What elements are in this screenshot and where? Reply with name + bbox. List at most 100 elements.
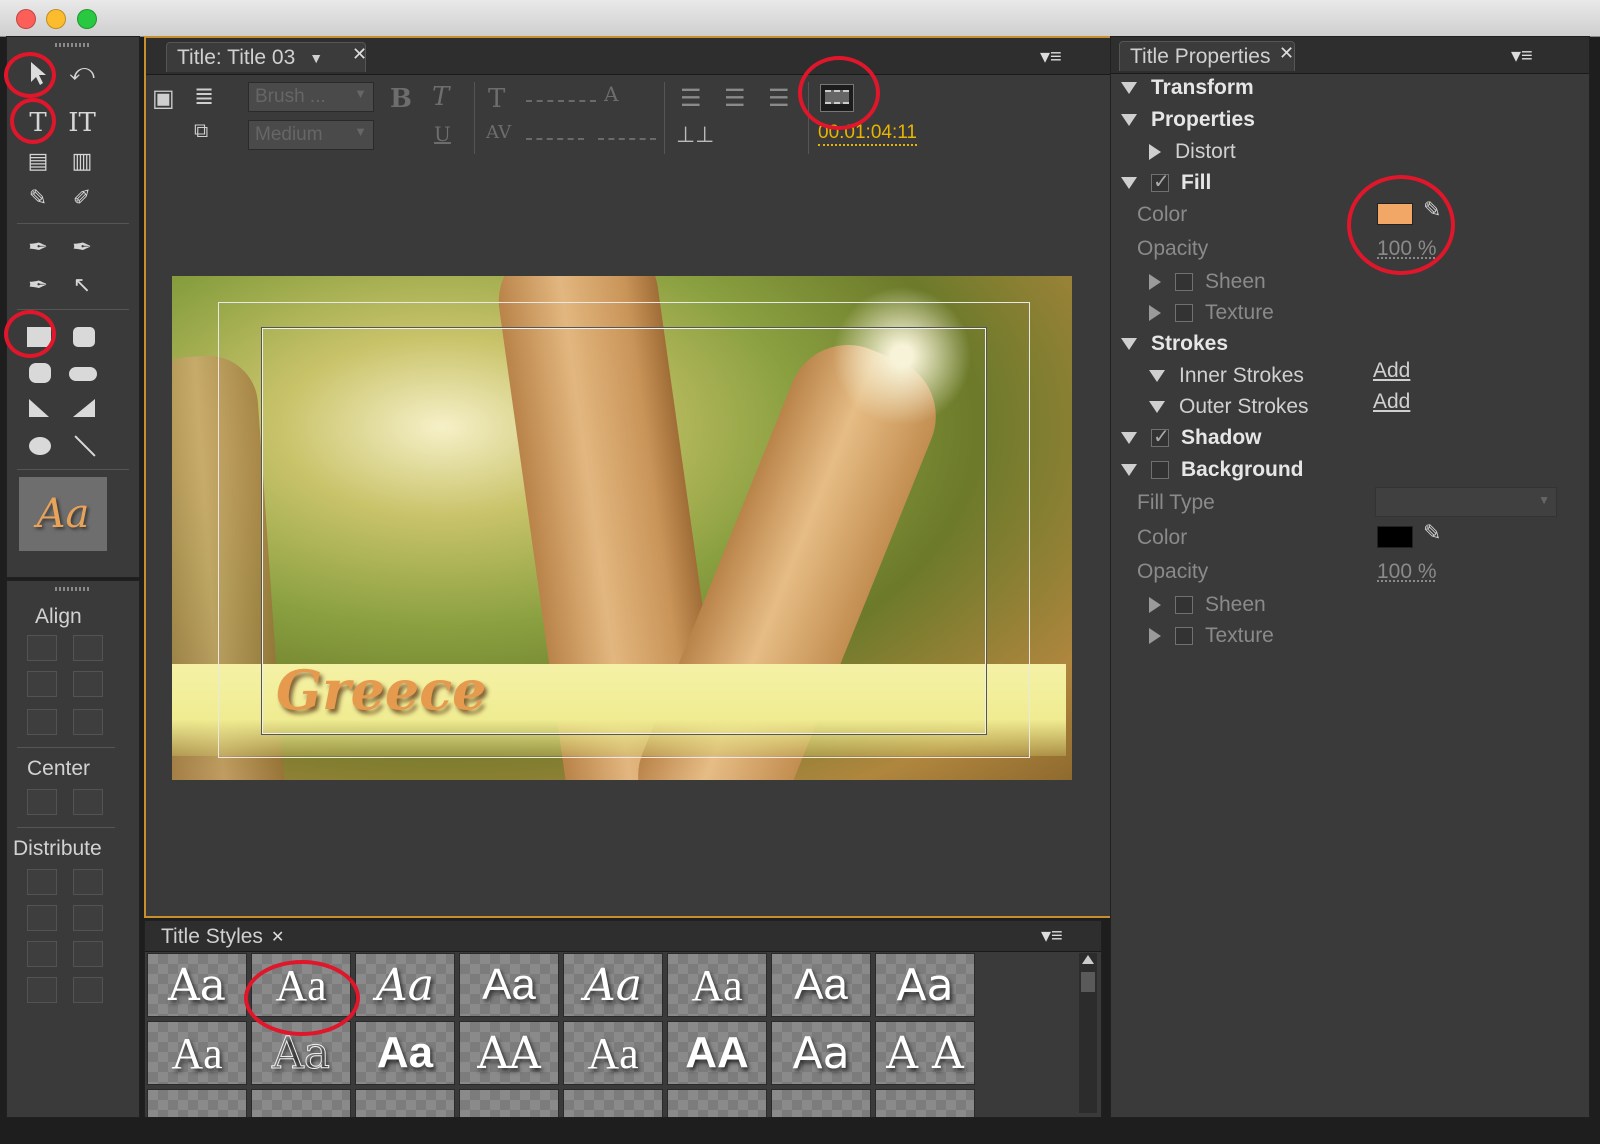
font-style-dropdown[interactable]: Medium ▼ [248, 120, 374, 150]
shadow-checkbox[interactable] [1151, 424, 1170, 449]
clipped-corner-rectangle-tool-icon[interactable] [29, 363, 51, 383]
inner-strokes-section[interactable]: Inner Strokes [1149, 361, 1304, 391]
arc-tool-icon[interactable] [73, 399, 95, 417]
bg-texture-checkbox[interactable] [1175, 627, 1193, 645]
style-swatch[interactable]: Aa [355, 1021, 455, 1085]
style-swatch[interactable]: Aa [563, 953, 663, 1017]
style-swatch[interactable]: A A [875, 1021, 975, 1085]
show-background-video-button[interactable] [820, 84, 854, 112]
style-swatch[interactable] [771, 1089, 871, 1117]
style-swatch[interactable]: Aa [355, 953, 455, 1017]
transform-section[interactable]: Transform [1121, 73, 1254, 103]
selection-tool-icon[interactable] [21, 57, 55, 89]
line-tool-icon[interactable] [74, 435, 96, 457]
center-horizontal-icon[interactable] [27, 789, 57, 815]
align-text-left-icon[interactable]: ☰ [680, 84, 702, 113]
delete-anchor-tool-icon[interactable]: ✒ [65, 231, 99, 263]
fill-checkbox[interactable] [1151, 169, 1170, 194]
font-size-icon[interactable]: T [488, 84, 505, 114]
distribute-center-icon[interactable] [27, 905, 57, 931]
shadow-section[interactable]: Shadow [1121, 423, 1262, 453]
style-swatch[interactable]: Aa [459, 953, 559, 1017]
vertical-area-type-tool-icon[interactable]: ▥ [65, 145, 99, 177]
close-tab-icon[interactable]: ✕ [352, 44, 367, 65]
close-tab-icon[interactable]: ✕ [271, 927, 284, 947]
sheen-checkbox[interactable] [1175, 273, 1193, 291]
style-swatch[interactable]: Aa [667, 953, 767, 1017]
bg-sheen-section[interactable]: Sheen [1149, 590, 1266, 620]
style-swatch[interactable] [251, 1089, 351, 1117]
panel-menu-icon[interactable]: ▾≡ [1511, 43, 1533, 68]
title-canvas[interactable]: Greece [172, 276, 1072, 780]
leading-icon[interactable]: A [604, 82, 618, 106]
fill-section[interactable]: Fill [1121, 168, 1211, 198]
bg-opacity-value[interactable]: 100 % [1377, 557, 1437, 587]
rounded-corner-rectangle-tool-icon[interactable] [69, 367, 97, 381]
align-vertical-center-icon[interactable] [73, 671, 103, 697]
style-swatch[interactable]: AA [667, 1021, 767, 1085]
area-type-tool-icon[interactable]: ▤ [21, 145, 55, 177]
align-bottom-icon[interactable] [73, 709, 103, 735]
rotation-tool-icon[interactable]: ⤺ [65, 57, 99, 89]
properties-section[interactable]: Properties [1121, 105, 1255, 135]
scroll-up-icon[interactable] [1082, 955, 1094, 964]
distribute-middle-icon[interactable] [73, 905, 103, 931]
tab-title-03[interactable]: Title: Title 03 ▼ [166, 42, 366, 72]
texture-checkbox[interactable] [1175, 304, 1193, 322]
align-text-center-icon[interactable]: ☰ [724, 84, 746, 113]
new-title-icon[interactable]: ▣ [152, 84, 175, 113]
add-inner-stroke-link[interactable]: Add [1373, 359, 1410, 383]
title-style-preview[interactable]: Aa [19, 477, 107, 551]
add-outer-stroke-link[interactable]: Add [1373, 390, 1410, 414]
style-swatch[interactable] [147, 1089, 247, 1117]
align-text-right-icon[interactable]: ☰ [768, 84, 790, 113]
close-window-button[interactable] [16, 9, 36, 29]
italic-button[interactable]: T [432, 82, 449, 112]
tab-stops-icon[interactable]: ⊥⊥ [676, 122, 714, 148]
outer-strokes-section[interactable]: Outer Strokes [1149, 392, 1309, 422]
panel-gripper[interactable] [55, 587, 91, 591]
panel-menu-icon[interactable]: ▾≡ [1041, 923, 1063, 948]
pen-tool-icon[interactable]: ✒ [21, 231, 55, 263]
align-right-icon[interactable] [27, 709, 57, 735]
roll-crawl-options-icon[interactable]: ≣ [194, 82, 214, 111]
rounded-rectangle-tool-icon[interactable] [73, 327, 95, 347]
bold-button[interactable]: B [390, 84, 412, 114]
vertical-path-type-tool-icon[interactable]: ✐ [65, 182, 99, 214]
distort-section[interactable]: Distort [1149, 137, 1236, 167]
eyedropper-icon[interactable]: ✎ [1423, 197, 1441, 223]
style-swatch[interactable]: Aa [771, 1021, 871, 1085]
kerning-value[interactable] [526, 138, 584, 140]
style-swatch[interactable]: AA [459, 1021, 559, 1085]
zoom-window-button[interactable] [77, 9, 97, 29]
style-swatch[interactable]: Aa [771, 953, 871, 1017]
font-size-value[interactable] [526, 100, 596, 102]
chevron-down-icon[interactable]: ▼ [309, 50, 323, 66]
align-left-icon[interactable] [27, 635, 57, 661]
style-swatch[interactable]: Aa [875, 953, 975, 1017]
distribute-top-icon[interactable] [73, 869, 103, 895]
fill-type-dropdown[interactable]: ▼ [1375, 487, 1557, 517]
fill-opacity-value[interactable]: 100 % [1377, 234, 1437, 264]
align-horizontal-center-icon[interactable] [27, 671, 57, 697]
style-swatch[interactable]: Aa [147, 953, 247, 1017]
styles-scrollbar[interactable] [1079, 953, 1097, 1113]
fill-sheen-section[interactable]: Sheen [1149, 267, 1266, 297]
kerning-icon[interactable]: AV [486, 122, 511, 143]
wedge-tool-icon[interactable] [29, 399, 49, 417]
distribute-left-icon[interactable] [27, 869, 57, 895]
distribute-bottom-icon[interactable] [73, 941, 103, 967]
fill-color-swatch[interactable] [1377, 203, 1413, 225]
add-anchor-tool-icon[interactable]: ✒ [21, 269, 55, 301]
title-styles-tab[interactable]: Title Styles [161, 925, 263, 949]
background-section[interactable]: Background [1121, 455, 1304, 485]
convert-anchor-tool-icon[interactable]: ↖ [65, 269, 99, 301]
underline-button[interactable]: U [434, 122, 451, 146]
bg-sheen-checkbox[interactable] [1175, 596, 1193, 614]
vertical-type-tool-icon[interactable]: IT [65, 107, 99, 139]
style-swatch[interactable] [459, 1089, 559, 1117]
fill-texture-section[interactable]: Texture [1149, 298, 1274, 328]
scroll-thumb[interactable] [1081, 972, 1095, 992]
rectangle-tool-icon[interactable] [27, 327, 51, 347]
distribute-right-icon[interactable] [27, 941, 57, 967]
